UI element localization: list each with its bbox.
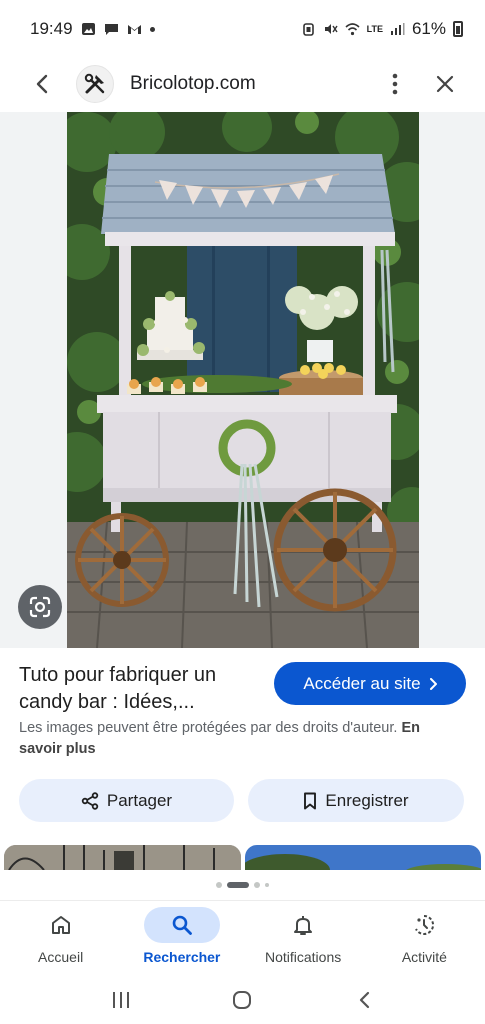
pager-dot: [265, 883, 269, 887]
bell-icon: [294, 916, 313, 935]
back-button[interactable]: [22, 64, 62, 104]
back-chevron-icon: [360, 991, 370, 1009]
wifi-icon: [345, 23, 360, 36]
nav-home[interactable]: Accueil: [0, 901, 121, 976]
gallery-notification-icon: [81, 23, 95, 35]
home-circle-icon: [233, 991, 252, 1009]
close-button[interactable]: [423, 62, 467, 106]
more-vert-icon: [392, 73, 398, 95]
tools-logo-icon: [84, 73, 105, 94]
status-time: 19:49: [30, 19, 73, 38]
nav-icon-container: [23, 907, 99, 943]
nav-icon-container: [386, 907, 462, 943]
alarm-icon: [302, 23, 314, 36]
nav-activity[interactable]: Activité: [364, 901, 485, 976]
share-button[interactable]: Partager: [19, 779, 234, 822]
visit-site-label: Accéder au site: [303, 673, 421, 693]
visit-site-button[interactable]: Accéder au site: [274, 662, 466, 705]
related-image-sky: [245, 845, 481, 870]
result-title[interactable]: Tuto pour fabriquer un candy bar : Idées…: [19, 662, 259, 716]
more-notifications-icon: [149, 26, 155, 32]
site-name[interactable]: Bricolotop.com: [130, 73, 256, 95]
mute-icon: [324, 24, 338, 34]
bottom-navigation: Accueil Rechercher Notifications Activit…: [0, 900, 485, 976]
nav-notifications[interactable]: Notifications: [243, 901, 364, 976]
network-type: LTE: [366, 23, 383, 34]
system-navigation-bar: [0, 976, 485, 1024]
recent-apps-icon: [112, 992, 129, 1008]
nav-notifications-label: Notifications: [264, 949, 342, 965]
home-system-button[interactable]: [222, 980, 262, 1020]
nav-home-label: Accueil: [38, 949, 84, 965]
bookmark-icon: [304, 792, 317, 809]
chevron-right-icon: [429, 677, 437, 690]
share-icon: [81, 791, 99, 810]
image-viewer: [0, 112, 485, 648]
back-system-button[interactable]: [344, 980, 384, 1020]
related-images: [4, 845, 484, 870]
viewer-header: Bricolotop.com: [0, 58, 485, 110]
signal-icon: [390, 23, 405, 35]
pager-dot: [254, 882, 260, 888]
gmail-notification-icon: [127, 25, 141, 34]
nav-search-label: Rechercher: [143, 949, 221, 965]
candy-cart-illustration: [67, 112, 419, 648]
candy-bar-cart-image[interactable]: [67, 112, 419, 648]
home-icon: [51, 916, 70, 934]
search-icon: [172, 915, 192, 935]
related-image-thumbnail[interactable]: [4, 845, 241, 870]
related-image-thumbnail[interactable]: [245, 845, 481, 870]
nav-icon-container: [143, 907, 220, 943]
related-image-greenhouse: [4, 845, 241, 870]
nav-activity-label: Activité: [401, 949, 447, 965]
pager-dot: [216, 882, 222, 888]
share-label: Partager: [106, 790, 173, 810]
copyright-text: Les images peuvent être protégées par de…: [19, 720, 398, 736]
pager-dot-active: [227, 882, 249, 888]
back-arrow-icon: [36, 74, 48, 94]
copyright-notice: Les images peuvent être protégées par de…: [19, 718, 459, 760]
save-label: Enregistrer: [325, 790, 409, 810]
activity-icon: [415, 914, 435, 935]
nav-search[interactable]: Rechercher: [121, 901, 242, 976]
image-pager-indicator: [0, 882, 485, 888]
battery-percent: 61%: [411, 19, 446, 38]
battery-icon: [453, 21, 463, 37]
message-notification-icon: [104, 24, 118, 35]
status-bar: 19:49 LTE 61%: [0, 0, 485, 58]
google-lens-icon: [29, 596, 51, 618]
nav-icon-container: [265, 907, 341, 943]
save-button[interactable]: Enregistrer: [248, 779, 464, 822]
close-icon: [436, 75, 454, 93]
more-options-button[interactable]: [377, 64, 413, 104]
site-favicon[interactable]: [76, 65, 114, 103]
recent-apps-button[interactable]: [101, 980, 141, 1020]
lens-search-button[interactable]: [18, 585, 62, 629]
